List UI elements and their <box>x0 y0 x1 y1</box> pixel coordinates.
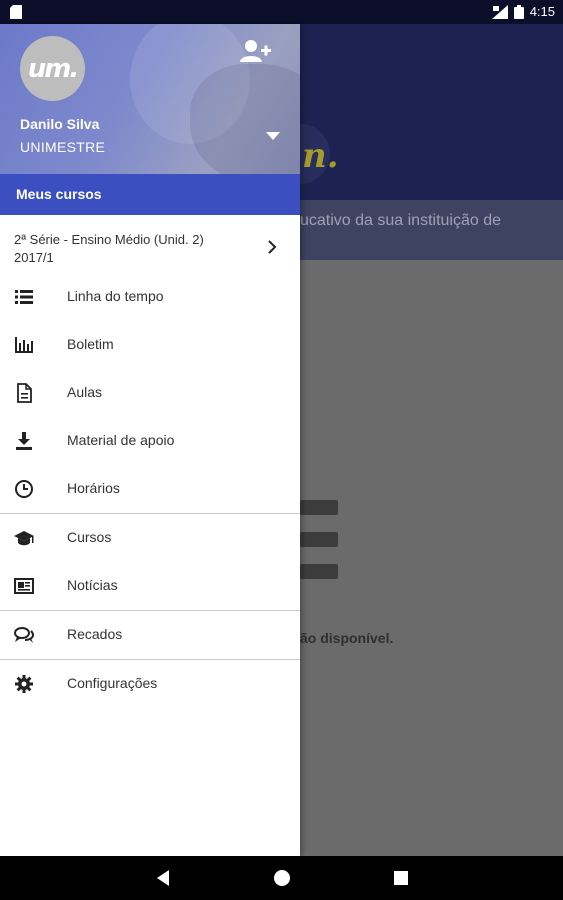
navigation-drawer: um. Danilo Silva UNIMESTRE Meus cursos 2… <box>0 24 300 856</box>
course-period: 2017/1 <box>14 250 54 265</box>
menu-item-linha-do-tempo[interactable]: Linha do tempo <box>0 273 300 321</box>
document-icon <box>17 383 32 403</box>
menu-label: Material de apoio <box>67 432 175 448</box>
background-message: ão disponível. <box>300 630 394 646</box>
battery-icon <box>513 4 524 19</box>
download-icon <box>16 432 32 450</box>
chat-icon <box>14 627 34 643</box>
news-icon <box>14 578 34 594</box>
list-icon <box>15 290 33 304</box>
menu-item-material-de-apoio[interactable]: Material de apoio <box>0 417 300 465</box>
chevron-right-icon <box>268 240 277 254</box>
back-icon[interactable] <box>156 869 170 887</box>
menu-item-boletim[interactable]: Boletim <box>0 321 300 369</box>
home-icon[interactable] <box>273 869 291 887</box>
menu-label: Recados <box>67 626 123 642</box>
status-bar: 4:15 <box>0 0 563 24</box>
clock-icon <box>15 480 33 498</box>
menu-item-recados[interactable]: Recados <box>0 611 300 659</box>
avatar-logo: um. <box>27 53 80 84</box>
menu-label: Configurações <box>67 675 158 691</box>
course-selector[interactable]: 2ª Série - Ensino Médio (Unid. 2) 2017/1 <box>0 215 300 273</box>
menu-item-noticias[interactable]: Notícias <box>0 562 300 610</box>
menu-item-cursos[interactable]: Cursos <box>0 514 300 562</box>
background-logo: n. <box>302 136 339 176</box>
system-nav-bar <box>0 856 563 900</box>
user-organization: UNIMESTRE <box>20 139 106 155</box>
menu-label: Linha do tempo <box>67 288 164 304</box>
menu-item-aulas[interactable]: Aulas <box>0 369 300 417</box>
menu-label: Horários <box>67 480 120 496</box>
background-header: n. <box>300 24 563 200</box>
menu-label: Boletim <box>67 336 114 352</box>
drawer-header: um. Danilo Silva UNIMESTRE <box>0 24 300 174</box>
background-placeholder-bar <box>300 564 338 579</box>
background-body: ão disponível. <box>300 260 563 856</box>
background-app[interactable]: n. ucativo da sua instituição de ão disp… <box>300 24 563 856</box>
user-name: Danilo Silva <box>20 116 100 132</box>
dropdown-arrow-icon[interactable] <box>264 128 282 142</box>
menu-label: Notícias <box>67 577 118 593</box>
course-name: 2ª Série - Ensino Médio (Unid. 2) <box>14 232 204 247</box>
status-time: 4:15 <box>529 4 555 19</box>
bar-chart-icon <box>15 337 33 353</box>
menu-label: Cursos <box>67 529 112 545</box>
menu-label: Aulas <box>67 384 103 400</box>
add-user-icon[interactable] <box>240 38 272 66</box>
section-title: Meus cursos <box>0 174 300 215</box>
signal-icon <box>491 4 508 19</box>
gear-icon <box>15 675 33 693</box>
background-tagline: ucativo da sua instituição de <box>300 200 563 260</box>
menu-item-configuracoes[interactable]: Configurações <box>0 660 300 708</box>
sd-card-icon <box>10 5 22 19</box>
menu-item-horarios[interactable]: Horários <box>0 465 300 513</box>
background-placeholder-bar <box>300 500 338 515</box>
avatar[interactable]: um. <box>20 36 85 101</box>
recent-apps-icon[interactable] <box>393 870 409 886</box>
graduation-cap-icon <box>14 531 34 546</box>
background-placeholder-bar <box>300 532 338 547</box>
